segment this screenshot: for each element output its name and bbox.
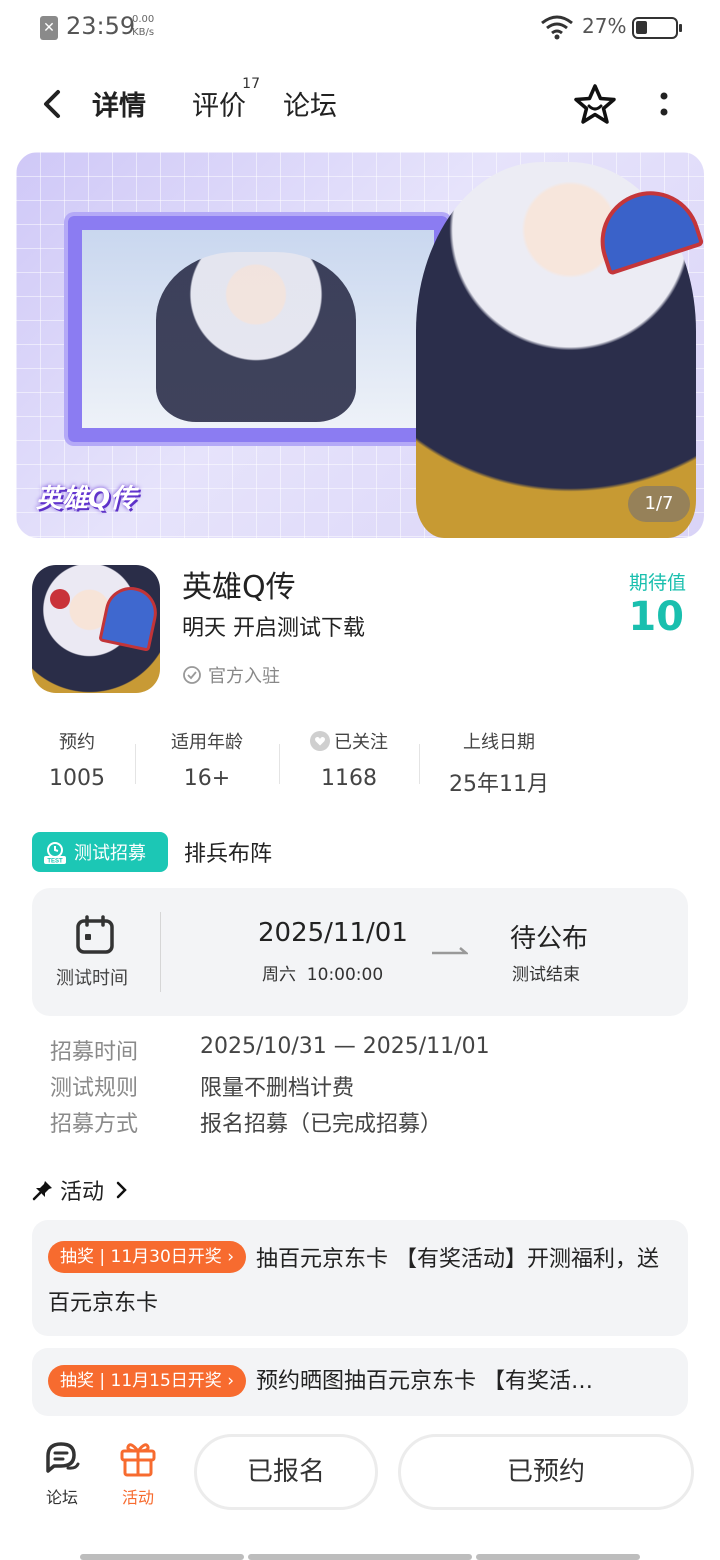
info-value: 2025/10/31 — 2025/11/01 — [200, 1034, 490, 1059]
stats-row: 预约 1005 适用年龄 16+ 已关注 1168 上线日期 25年11月 — [0, 728, 720, 798]
stat-divider — [419, 744, 420, 784]
heart-icon — [310, 731, 330, 751]
test-schedule-card: 测试时间 2025/11/01 周六 10:00:00 待公布 测试结束 — [32, 888, 688, 1016]
carousel-counter: 1/7 — [628, 486, 690, 522]
stat-value: 1168 — [321, 766, 377, 791]
gift-icon — [120, 1443, 156, 1477]
battery-percent: 27% — [582, 14, 627, 38]
stat-value: 1005 — [49, 766, 105, 791]
signed-up-button[interactable]: 已报名 — [194, 1434, 378, 1510]
info-value: 报名招募（已完成招募） — [200, 1112, 443, 1137]
tab-review[interactable]: 评价 17 — [192, 76, 260, 123]
notification-close-icon: ✕ — [40, 16, 58, 40]
activity-card[interactable]: 抽奖 | 11月30日开奖 › 抽百元京东卡 【有奖活动】开测福利，送百元京东卡 — [32, 1220, 688, 1336]
tab-detail-label: 详情 — [92, 91, 146, 122]
card-divider — [160, 912, 161, 992]
nav-gesture-bar — [476, 1554, 640, 1560]
stat-release-date: 上线日期 25年11月 — [444, 728, 554, 798]
stat-label: 已关注 — [334, 732, 388, 753]
banner-game-logo: 英雄Q传 — [36, 484, 137, 514]
info-key: 测试规则 — [50, 1076, 139, 1101]
tab-review-label: 评价 — [192, 91, 246, 122]
status-bar: ✕ 23:59 0.00 KB/s 27% — [0, 0, 720, 56]
forum-label: 论坛 — [45, 1488, 78, 1507]
test-start-time: 周六 10:00:00 — [262, 965, 384, 985]
activity-label: 活动 — [121, 1488, 154, 1507]
test-icon-text: TEST — [47, 859, 63, 865]
back-arrow-icon[interactable] — [36, 86, 72, 122]
stat-reservations: 预约 1005 — [40, 728, 114, 791]
official-verified: 官方入驻 — [182, 662, 280, 688]
info-row: 招募时间 2025/10/31 — 2025/11/01 — [50, 1034, 490, 1070]
official-label: 官方入驻 — [208, 666, 280, 687]
stat-value: 25年11月 — [449, 772, 549, 797]
activity-lottery-tag[interactable]: 抽奖 | 11月15日开奖 › — [48, 1365, 247, 1397]
expectation-value: 10 — [628, 594, 684, 640]
network-speed-unit: KB/s — [132, 27, 155, 38]
forum-chat-icon — [46, 1442, 80, 1473]
info-row: 招募方式 报名招募（已完成招募） — [50, 1106, 490, 1142]
reserved-button[interactable]: 已预约 — [398, 1434, 694, 1510]
info-value: 限量不删档计费 — [200, 1076, 355, 1101]
info-row: 测试规则 限量不删档计费 — [50, 1070, 490, 1106]
tab-forum[interactable]: 论坛 — [283, 84, 337, 123]
network-speed: 0.00 KB/s — [132, 13, 154, 39]
bottom-activity-button[interactable]: 活动 — [108, 1438, 168, 1508]
activity-card[interactable]: 抽奖 | 11月15日开奖 › 预约晒图抽百元京东卡 【有奖活… — [32, 1348, 688, 1416]
nav-gesture-bar — [80, 1554, 244, 1560]
review-count-badge: 17 — [242, 76, 260, 92]
battery-icon — [632, 17, 682, 39]
test-end-status: 待公布 — [510, 924, 589, 954]
stat-divider — [135, 744, 136, 784]
icon-hair-flower — [50, 589, 70, 609]
stat-value: 16+ — [183, 766, 231, 791]
info-key: 招募时间 — [50, 1040, 139, 1065]
test-recruit-label: 测试招募 — [74, 843, 146, 864]
stat-label: 预约 — [59, 732, 95, 753]
info-key: 招募方式 — [50, 1112, 139, 1137]
activity-lottery-tag[interactable]: 抽奖 | 11月30日开奖 › — [48, 1241, 247, 1273]
stat-label: 上线日期 — [463, 732, 535, 753]
verified-check-icon — [183, 666, 201, 684]
test-recruit-badge: TEST 测试招募 — [32, 832, 168, 872]
activities-header[interactable]: 活动 — [32, 1174, 132, 1206]
test-time-label: 测试时间 — [56, 968, 128, 989]
icon-fan — [98, 582, 160, 652]
favorite-star-icon[interactable] — [572, 82, 618, 128]
arrow-right-icon — [432, 947, 468, 955]
stat-label: 适用年龄 — [171, 732, 243, 753]
chevron-right-icon — [116, 1181, 127, 1199]
more-options-icon[interactable] — [654, 90, 674, 120]
test-alarm-icon: TEST — [44, 842, 66, 865]
test-end-label: 测试结束 — [512, 965, 580, 985]
game-title: 英雄Q传 — [182, 570, 296, 605]
calendar-icon — [76, 915, 114, 954]
activity-text: 预约晒图抽百元京东卡 【有奖活… — [256, 1369, 594, 1394]
recruit-info-list: 招募时间 2025/10/31 — 2025/11/01 测试规则 限量不删档计… — [50, 1034, 490, 1142]
status-time: 23:59 — [66, 12, 136, 40]
network-speed-value: 0.00 — [132, 14, 155, 25]
bottom-forum-button[interactable]: 论坛 — [32, 1438, 92, 1508]
game-test-notice: 明天 开启测试下载 — [182, 616, 365, 641]
activities-title: 活动 — [60, 1180, 105, 1205]
tab-detail[interactable]: 详情 — [86, 84, 150, 125]
test-start-date: 2025/11/01 — [258, 918, 408, 948]
top-nav: 详情 评价 17 论坛 — [0, 70, 720, 140]
stat-followers[interactable]: 已关注 1168 — [300, 728, 398, 791]
test-recruit-name: 排兵布阵 — [184, 842, 273, 867]
game-app-icon — [32, 565, 160, 693]
stat-age-rating: 适用年龄 16+ — [160, 728, 254, 791]
bottom-action-bar: 论坛 活动 已报名 已预约 — [0, 1420, 720, 1560]
nav-gesture-bar — [248, 1554, 472, 1560]
tab-forum-label: 论坛 — [283, 91, 337, 122]
wifi-icon — [541, 15, 573, 40]
screenshot-carousel[interactable]: 英雄Q传 1/7 — [16, 152, 704, 538]
banner-character-small — [156, 252, 356, 422]
expectation-label: 期待值 — [628, 572, 686, 594]
pin-icon — [32, 1181, 52, 1201]
stat-divider — [279, 744, 280, 784]
